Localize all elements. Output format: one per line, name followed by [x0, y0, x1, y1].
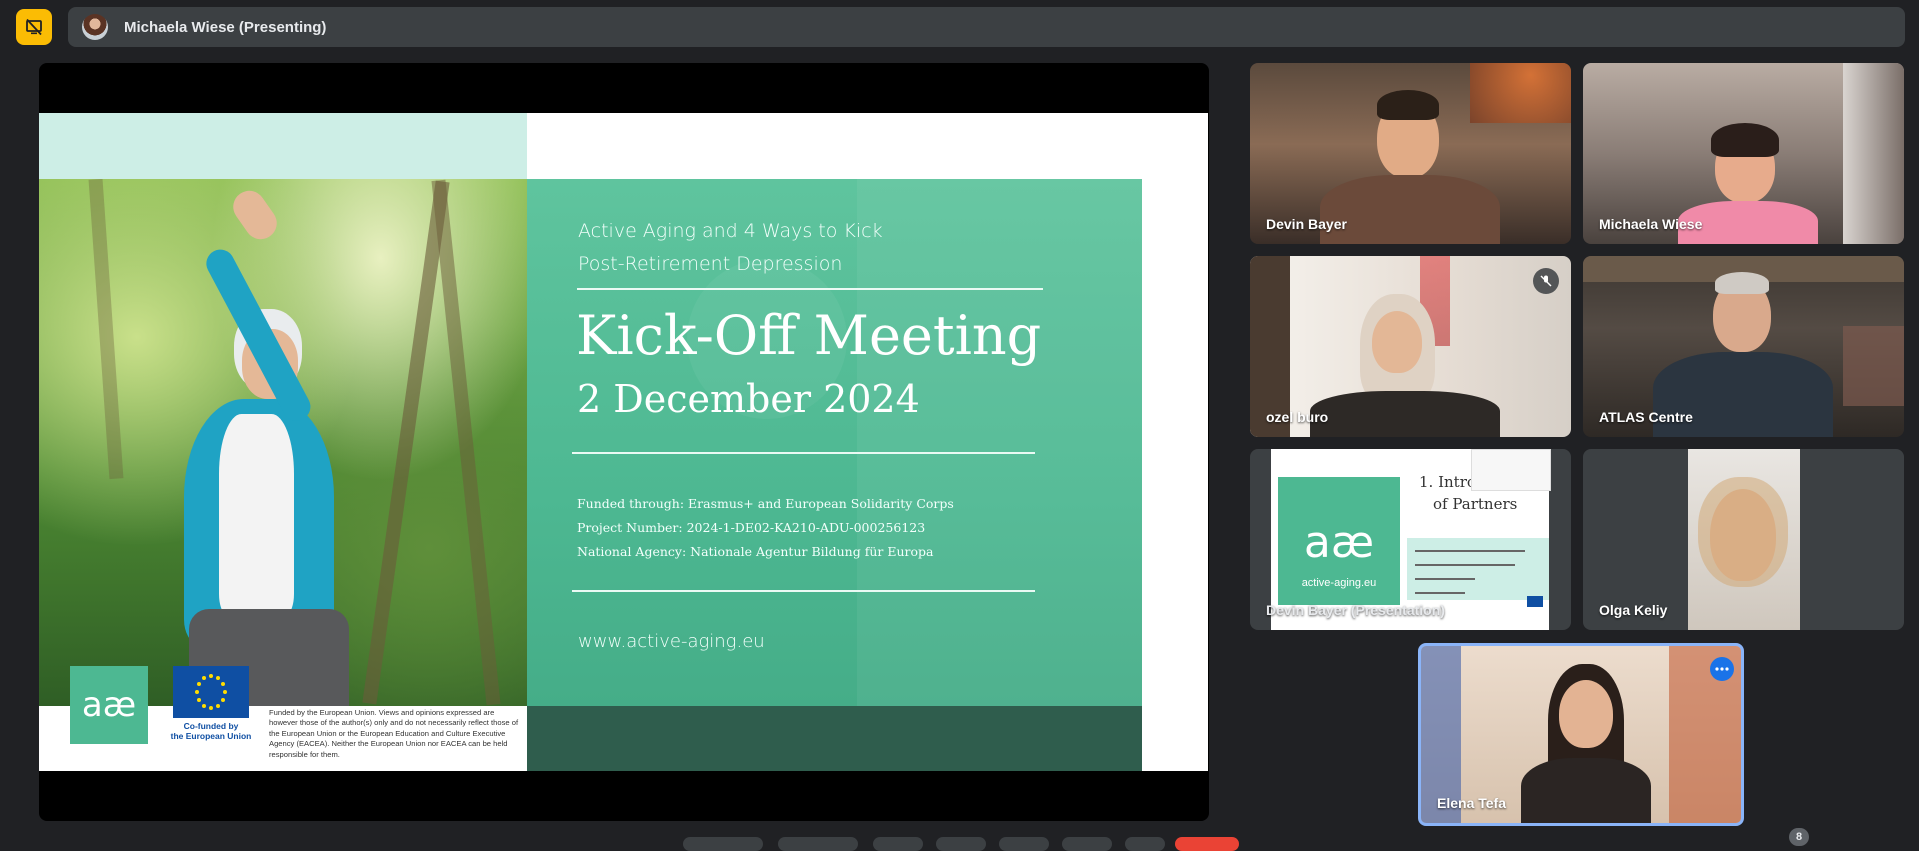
participant-name: ATLAS Centre [1599, 409, 1693, 425]
slide-title: Kick-Off Meeting [576, 304, 1042, 367]
slide-top-band [39, 113, 527, 179]
participant-tile[interactable]: ozel buro [1250, 256, 1571, 437]
control-button[interactable] [999, 837, 1049, 851]
slide-website: www.active-aging.eu [578, 631, 765, 652]
mini-slide-heading: 1. Intro [1419, 473, 1476, 491]
slide-funding-line: Funded through: Erasmus+ and European So… [577, 496, 954, 511]
slide-photo-woman-exercising [39, 179, 527, 706]
presenter-banner[interactable]: Michaela Wiese (Presenting) [68, 7, 1905, 47]
slide-subtitle-line2: Post-Retirement Depression [578, 253, 843, 275]
slide-divider [572, 452, 1035, 454]
active-aging-logo: aæ [70, 666, 148, 744]
participant-tile[interactable]: Michaela Wiese [1583, 63, 1904, 244]
slide-divider [577, 288, 1043, 290]
slide-national-agency: National Agency: Nationale Agentur Bildu… [577, 544, 934, 559]
eu-label-line1: Co-funded by [183, 721, 239, 731]
presenter-label: Michaela Wiese (Presenting) [124, 18, 327, 36]
slide-title-panel: Active Aging and 4 Ways to Kick Post-Ret… [527, 179, 1142, 706]
participant-name: Michaela Wiese [1599, 216, 1703, 232]
participant-tile-active-speaker[interactable]: Elena Tefa [1418, 643, 1744, 826]
participant-tile[interactable]: ATLAS Centre [1583, 256, 1904, 437]
control-button[interactable] [873, 837, 923, 851]
control-button[interactable] [778, 837, 858, 851]
screen-share-off-icon [26, 18, 42, 36]
participant-name: Devin Bayer [1266, 216, 1347, 232]
avatar [82, 14, 108, 40]
participant-tile[interactable]: aæ active-aging.eu 1. Intro of Partners … [1250, 449, 1571, 630]
slide-date: 2 December 2024 [577, 377, 920, 421]
slide-bottom-strip [527, 706, 1142, 771]
mic-off-icon [1533, 268, 1559, 294]
participant-count-badge[interactable]: 8 [1789, 828, 1809, 846]
eu-label-line2: the European Union [170, 731, 252, 741]
slide-logos-area: aæ Co-funded by the European Union Funde… [39, 666, 527, 771]
control-button[interactable] [936, 837, 986, 851]
participant-name: Olga Keliy [1599, 602, 1668, 618]
slide-project-number: Project Number: 2024-1-DE02-KA210-ADU-00… [577, 520, 926, 535]
participant-tile[interactable]: Olga Keliy [1583, 449, 1904, 630]
mini-slide-heading: of Partners [1433, 495, 1518, 513]
presentation-stage[interactable]: Active Aging and 4 Ways to Kick Post-Ret… [39, 63, 1209, 821]
slide-subtitle-line1: Active Aging and 4 Ways to Kick [578, 220, 883, 242]
participant-name: Devin Bayer (Presentation) [1266, 602, 1445, 618]
more-options-icon[interactable] [1710, 657, 1734, 681]
slide-disclaimer: Funded by the European Union. Views and … [269, 708, 519, 759]
participant-name: ozel buro [1266, 409, 1329, 425]
mini-slide-logo: aæ [1303, 517, 1375, 568]
eu-flag-icon [173, 666, 249, 718]
leave-call-button[interactable] [1175, 837, 1239, 851]
presentation-slide: Active Aging and 4 Ways to Kick Post-Ret… [39, 113, 1208, 771]
participant-tile[interactable]: Devin Bayer [1250, 63, 1571, 244]
stop-presenting-button[interactable] [16, 9, 52, 45]
mini-slide-site: active-aging.eu [1301, 577, 1377, 589]
participant-name: Elena Tefa [1437, 795, 1506, 811]
slide-divider [572, 590, 1035, 592]
control-button[interactable] [683, 837, 763, 851]
control-button[interactable] [1125, 837, 1165, 851]
control-button[interactable] [1062, 837, 1112, 851]
